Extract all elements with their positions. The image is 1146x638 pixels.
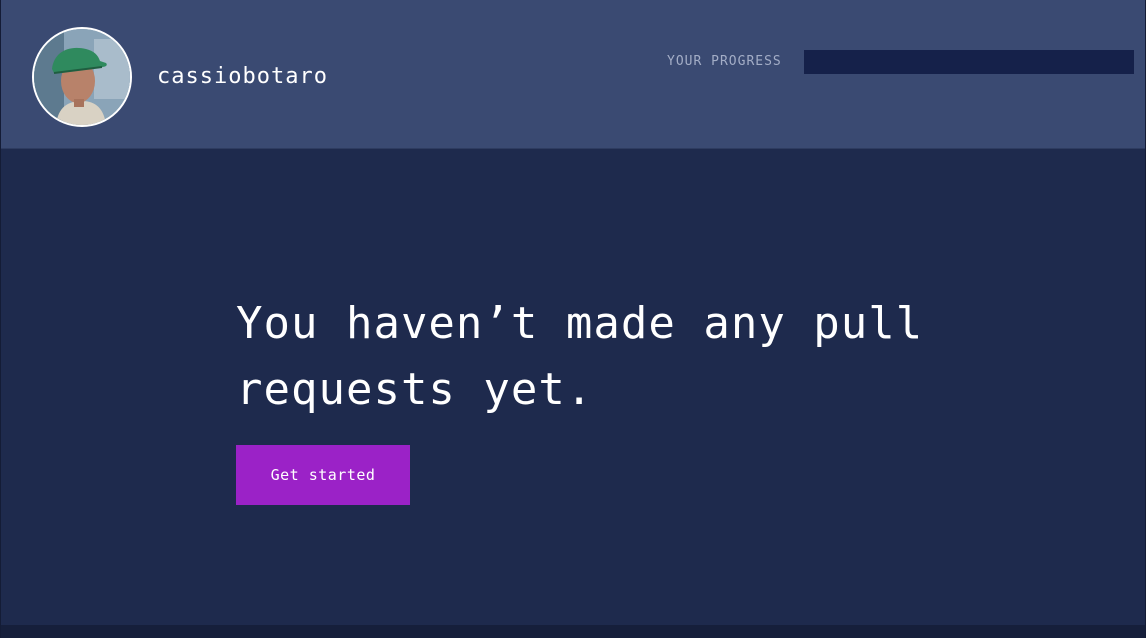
- username: cassiobotaro: [157, 64, 328, 89]
- main-content: You haven’t made any pull requests yet. …: [1, 149, 1145, 625]
- profile-header: cassiobotaro YOUR PROGRESS: [1, 0, 1145, 149]
- get-started-button[interactable]: Get started: [236, 445, 410, 505]
- footer-strip: [1, 625, 1145, 638]
- empty-state-message: You haven’t made any pull requests yet.: [236, 298, 924, 415]
- progress-bar: [804, 50, 1134, 74]
- avatar: [32, 27, 132, 127]
- avatar-photo: [34, 29, 130, 125]
- progress-label: YOUR PROGRESS: [667, 54, 782, 69]
- page: cassiobotaro YOUR PROGRESS You haven’t m…: [0, 0, 1146, 638]
